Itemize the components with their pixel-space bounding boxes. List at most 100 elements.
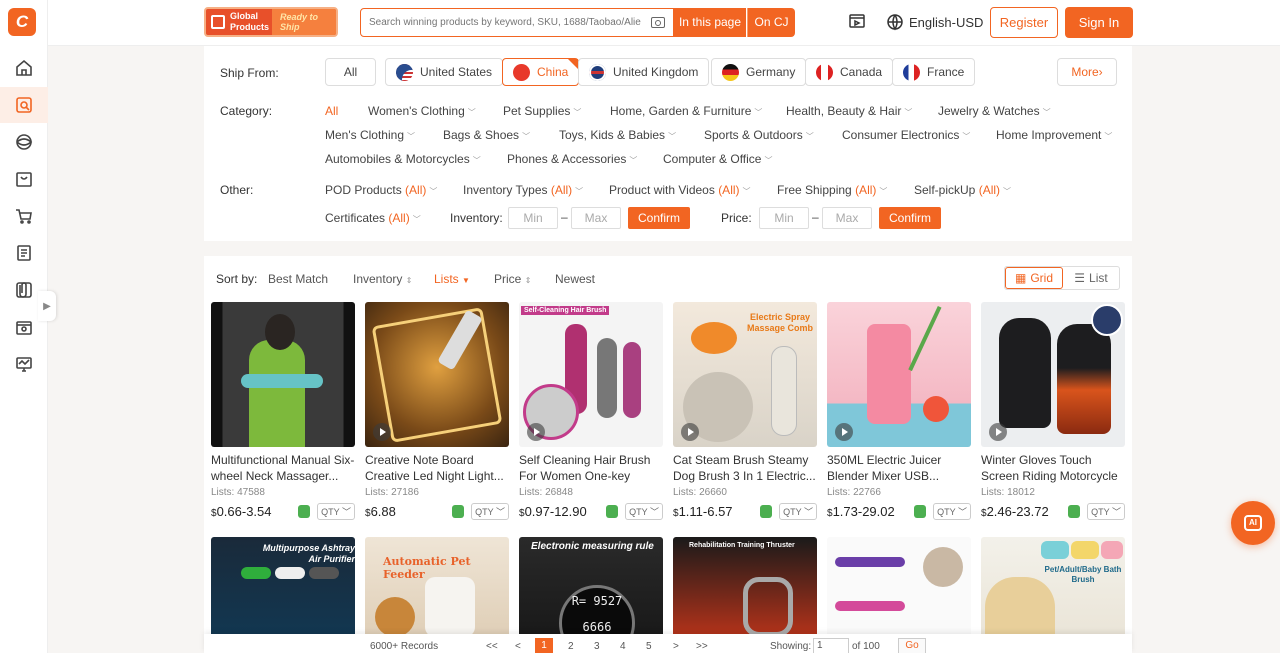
more-countries-button[interactable]: More› — [1057, 58, 1117, 86]
play-icon[interactable] — [989, 423, 1007, 441]
product-card[interactable]: 350ML Electric Juicer Blender Mixer USB.… — [827, 302, 971, 520]
category-all[interactable]: All — [325, 104, 338, 118]
qty-dropdown[interactable]: QTY ﹀ — [933, 502, 971, 520]
product-image[interactable] — [827, 302, 971, 447]
ship-from-canada[interactable]: Canada — [805, 58, 894, 86]
product-title[interactable]: Winter Gloves Touch Screen Riding Motorc… — [981, 452, 1125, 484]
qty-dropdown[interactable]: QTY ﹀ — [471, 502, 509, 520]
screen-icon[interactable] — [848, 13, 866, 31]
product-title[interactable]: Creative Note Board Creative Led Night L… — [365, 452, 509, 484]
category-item[interactable]: Women's Clothing ﹀ — [368, 104, 476, 118]
ship-from-all[interactable]: All — [325, 58, 376, 86]
sort-price[interactable]: Price ⇕ — [494, 272, 531, 286]
grid-view-button[interactable]: ▦ Grid — [1005, 267, 1063, 289]
ship-from-germany[interactable]: Germany — [711, 58, 807, 86]
page-button[interactable]: 2 — [568, 641, 574, 652]
product-image[interactable]: Electric Spray Massage Comb — [673, 302, 817, 447]
page-number-input[interactable]: 1 — [813, 638, 849, 653]
product-title[interactable]: Self Cleaning Hair Brush For Women One-k… — [519, 452, 663, 484]
ship-from-france[interactable]: France — [892, 58, 976, 86]
first-page-button[interactable]: << — [486, 641, 498, 652]
sidebar-collapse-toggle[interactable]: ▶ — [38, 291, 56, 321]
product-card[interactable]: Multifunctional Manual Six-wheel Neck Ma… — [211, 302, 355, 520]
product-title[interactable]: Cat Steam Brush Steamy Dog Brush 3 In 1 … — [673, 452, 817, 484]
category-item[interactable]: Toys, Kids & Babies ﹀ — [559, 128, 676, 142]
ai-assistant-button[interactable]: AI — [1231, 501, 1275, 545]
sort-inventory[interactable]: Inventory ⇕ — [353, 272, 412, 286]
play-icon[interactable] — [373, 423, 391, 441]
inventory-min-input[interactable]: Min — [508, 207, 558, 229]
camera-icon[interactable] — [651, 17, 665, 28]
go-button[interactable]: Go — [898, 638, 926, 653]
orders-icon[interactable] — [0, 235, 48, 271]
page-button[interactable]: 4 — [620, 641, 626, 652]
register-button[interactable]: Register — [990, 7, 1058, 38]
product-card[interactable]: Creative Note Board Creative Led Night L… — [365, 302, 509, 520]
sort-best-match[interactable]: Best Match — [268, 272, 328, 286]
prev-page-button[interactable]: < — [515, 641, 521, 652]
product-image[interactable] — [211, 302, 355, 447]
product-search-icon[interactable] — [0, 87, 48, 123]
sign-in-button[interactable]: Sign In — [1065, 7, 1133, 38]
play-icon[interactable] — [681, 423, 699, 441]
category-item[interactable]: Home, Garden & Furniture ﹀ — [610, 104, 762, 118]
search-input[interactable] — [361, 9, 641, 36]
qty-dropdown[interactable]: QTY ﹀ — [1087, 502, 1125, 520]
search-on-cj-button[interactable]: On CJ — [747, 8, 795, 37]
category-item[interactable]: Jewelry & Watches ﹀ — [938, 104, 1051, 118]
play-icon[interactable] — [835, 423, 853, 441]
global-products-banner[interactable]: Global Products Ready to Ship — [204, 7, 338, 37]
list-view-button[interactable]: ☰ List — [1063, 267, 1119, 289]
language-selector[interactable]: English-USD — [909, 15, 983, 30]
category-item[interactable]: Health, Beauty & Hair ﹀ — [786, 104, 912, 118]
product-card[interactable]: Electric Spray Massage Comb Cat Steam Br… — [673, 302, 817, 520]
page-button-active[interactable]: 1 — [535, 638, 553, 653]
category-item[interactable]: Pet Supplies ﹀ — [503, 104, 581, 118]
page-button[interactable]: 3 — [594, 641, 600, 652]
product-card[interactable]: Self-Cleaning Hair Brush Self Cleaning H… — [519, 302, 663, 520]
qty-dropdown[interactable]: QTY ﹀ — [317, 502, 355, 520]
price-max-input[interactable]: Max — [822, 207, 872, 229]
ship-from-uk[interactable]: United Kingdom — [578, 58, 710, 86]
ship-from-us[interactable]: United States — [385, 58, 504, 86]
category-item[interactable]: Automobiles & Motorcycles ﹀ — [325, 152, 481, 166]
next-page-button[interactable]: > — [673, 641, 679, 652]
page-button[interactable]: 5 — [646, 641, 652, 652]
home-icon[interactable] — [0, 50, 48, 86]
category-item[interactable]: Phones & Accessories ﹀ — [507, 152, 637, 166]
product-card[interactable]: Winter Gloves Touch Screen Riding Motorc… — [981, 302, 1125, 520]
product-image[interactable] — [365, 302, 509, 447]
filter-certificates[interactable]: Certificates (All) ﹀ — [325, 211, 421, 225]
category-item[interactable]: Home Improvement ﹀ — [996, 128, 1112, 142]
category-item[interactable]: Computer & Office ﹀ — [663, 152, 772, 166]
search-in-page-button[interactable]: In this page — [674, 8, 746, 37]
filter-product-videos[interactable]: Product with Videos (All) ﹀ — [609, 183, 751, 197]
ship-from-china[interactable]: China — [502, 58, 580, 86]
monitor-icon[interactable] — [0, 346, 48, 382]
price-confirm-button[interactable]: Confirm — [879, 207, 941, 229]
price-min-input[interactable]: Min — [759, 207, 809, 229]
product-image[interactable] — [981, 302, 1125, 447]
category-item[interactable]: Sports & Outdoors ﹀ — [704, 128, 814, 142]
globe-language-icon[interactable] — [886, 13, 904, 31]
qty-dropdown[interactable]: QTY ﹀ — [779, 502, 817, 520]
inventory-max-input[interactable]: Max — [571, 207, 621, 229]
cart-icon[interactable] — [0, 198, 48, 234]
category-item[interactable]: Men's Clothing ﹀ — [325, 128, 415, 142]
sort-newest[interactable]: Newest — [555, 272, 595, 286]
filter-free-shipping[interactable]: Free Shipping (All) ﹀ — [777, 183, 887, 197]
product-title[interactable]: Multifunctional Manual Six-wheel Neck Ma… — [211, 452, 355, 484]
inbox-icon[interactable] — [0, 161, 48, 197]
globe-icon[interactable] — [0, 124, 48, 160]
category-item[interactable]: Consumer Electronics ﹀ — [842, 128, 970, 142]
last-page-button[interactable]: >> — [696, 641, 708, 652]
qty-dropdown[interactable]: QTY ﹀ — [625, 502, 663, 520]
filter-pod-products[interactable]: POD Products (All) ﹀ — [325, 183, 437, 197]
product-title[interactable]: 350ML Electric Juicer Blender Mixer USB.… — [827, 452, 971, 484]
play-icon[interactable] — [527, 423, 545, 441]
sort-lists[interactable]: Lists ▼ — [434, 272, 470, 286]
cj-logo[interactable]: C — [8, 8, 36, 36]
category-item[interactable]: Bags & Shoes ﹀ — [443, 128, 530, 142]
filter-self-pickup[interactable]: Self-pickUp (All) ﹀ — [914, 183, 1011, 197]
filter-inventory-types[interactable]: Inventory Types (All) ﹀ — [463, 183, 583, 197]
